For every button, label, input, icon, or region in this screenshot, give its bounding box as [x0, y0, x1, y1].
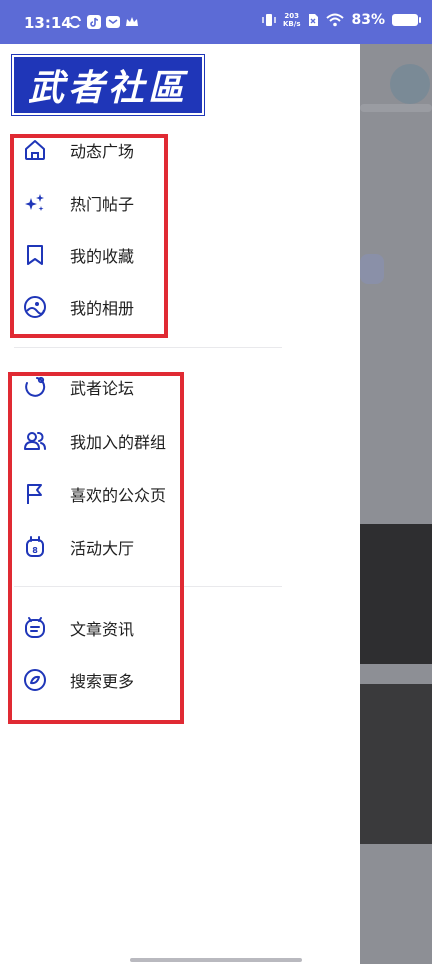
no-sim-icon	[309, 14, 319, 26]
highlight-box	[10, 134, 168, 338]
highlight-box	[8, 372, 184, 724]
status-time: 13:14	[24, 14, 72, 32]
battery-percent: 83%	[351, 12, 385, 28]
tiktok-icon	[87, 15, 101, 29]
status-bar: 13:14 203 KB/s 83%	[0, 0, 432, 44]
sync-icon	[69, 15, 81, 29]
post-image	[360, 524, 432, 664]
mail-icon	[106, 16, 120, 28]
post-image	[360, 684, 432, 844]
notification-icons	[68, 15, 139, 29]
logo-text: 武者社區	[27, 67, 188, 109]
wifi-icon	[326, 13, 345, 27]
navigation-drawer: 武者社區 动态广场 热门帖子 我的收藏 我的相册 武者论坛 我加入的群组 喜欢的…	[0, 44, 360, 964]
home-indicator[interactable]	[130, 958, 302, 962]
crown-icon	[126, 17, 138, 26]
net-speed: 203 KB/s	[283, 12, 301, 28]
background-app-overlay[interactable]	[360, 44, 432, 964]
divider	[14, 347, 282, 348]
status-right: 203 KB/s 83%	[262, 12, 421, 28]
battery-icon	[392, 14, 421, 26]
vibrate-icon	[262, 14, 276, 26]
avatar	[390, 64, 430, 104]
app-logo: 武者社區	[11, 54, 205, 116]
